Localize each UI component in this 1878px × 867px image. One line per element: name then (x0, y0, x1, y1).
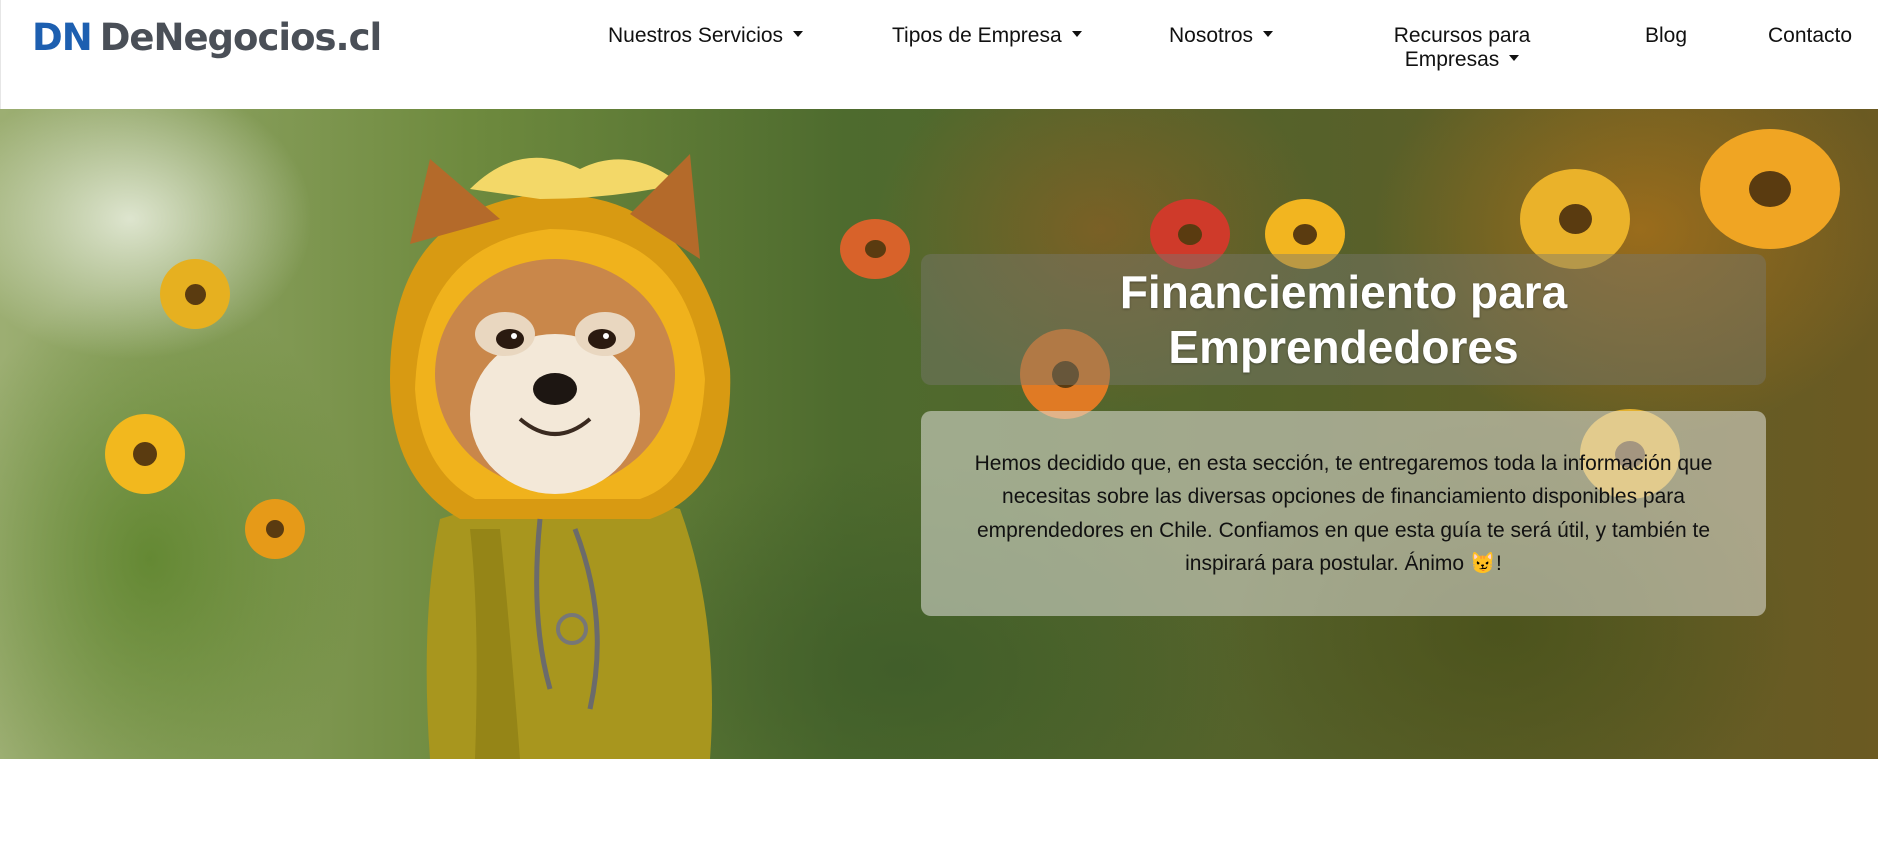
caret-down-icon (793, 31, 804, 38)
flower-decoration (105, 414, 185, 494)
hero-title-box: Financiemiento para Emprendedores (921, 254, 1766, 385)
caret-down-icon (1263, 31, 1274, 38)
nav-item-blog[interactable]: Blog (1645, 24, 1687, 48)
nav-item-label: Tipos de Empresa (892, 24, 1062, 47)
flower-decoration (1700, 129, 1840, 249)
nav-item-contacto[interactable]: Contacto (1768, 24, 1852, 48)
hero-description: Hemos decidido que, en esta sección, te … (974, 451, 1713, 576)
hero-description-box: Hemos decidido que, en esta sección, te … (921, 411, 1766, 616)
nav-item-nuestros-servicios[interactable]: Nuestros Servicios (608, 24, 804, 48)
nav-item-recursos-para-empresas[interactable]: Recursos para Empresas (1393, 24, 1531, 72)
nav-item-label-line2: Empresas (1404, 48, 1500, 71)
hero-banner: Financiemiento para Emprendedores Hemos … (0, 109, 1878, 759)
nav-item-label-line1: Recursos para (1393, 24, 1531, 47)
flower-decoration (160, 259, 230, 329)
nav-item-label: Blog (1645, 24, 1688, 47)
main-nav: Nuestros Servicios Tipos de Empresa Noso… (1, 0, 1878, 109)
dog-illustration (390, 154, 731, 759)
nav-item-label: Nosotros (1169, 24, 1254, 47)
flower-decoration (840, 219, 910, 279)
nav-item-label: Nuestros Servicios (608, 24, 784, 47)
page-title-line2: Emprendedores (1168, 320, 1519, 373)
nav-item-tipos-de-empresa[interactable]: Tipos de Empresa (892, 24, 1082, 48)
caret-down-icon (1509, 55, 1520, 62)
page-title: Financiemiento para Emprendedores (1120, 265, 1567, 375)
nav-item-nosotros[interactable]: Nosotros (1169, 24, 1274, 48)
page-title-line1: Financiemiento para (1119, 265, 1568, 318)
site-header: DN DeNegocios.cl Nuestros Servicios Tipo… (0, 0, 1878, 109)
caret-down-icon (1071, 31, 1082, 38)
flower-decoration (245, 499, 305, 559)
nav-item-label: Contacto (1768, 24, 1853, 47)
